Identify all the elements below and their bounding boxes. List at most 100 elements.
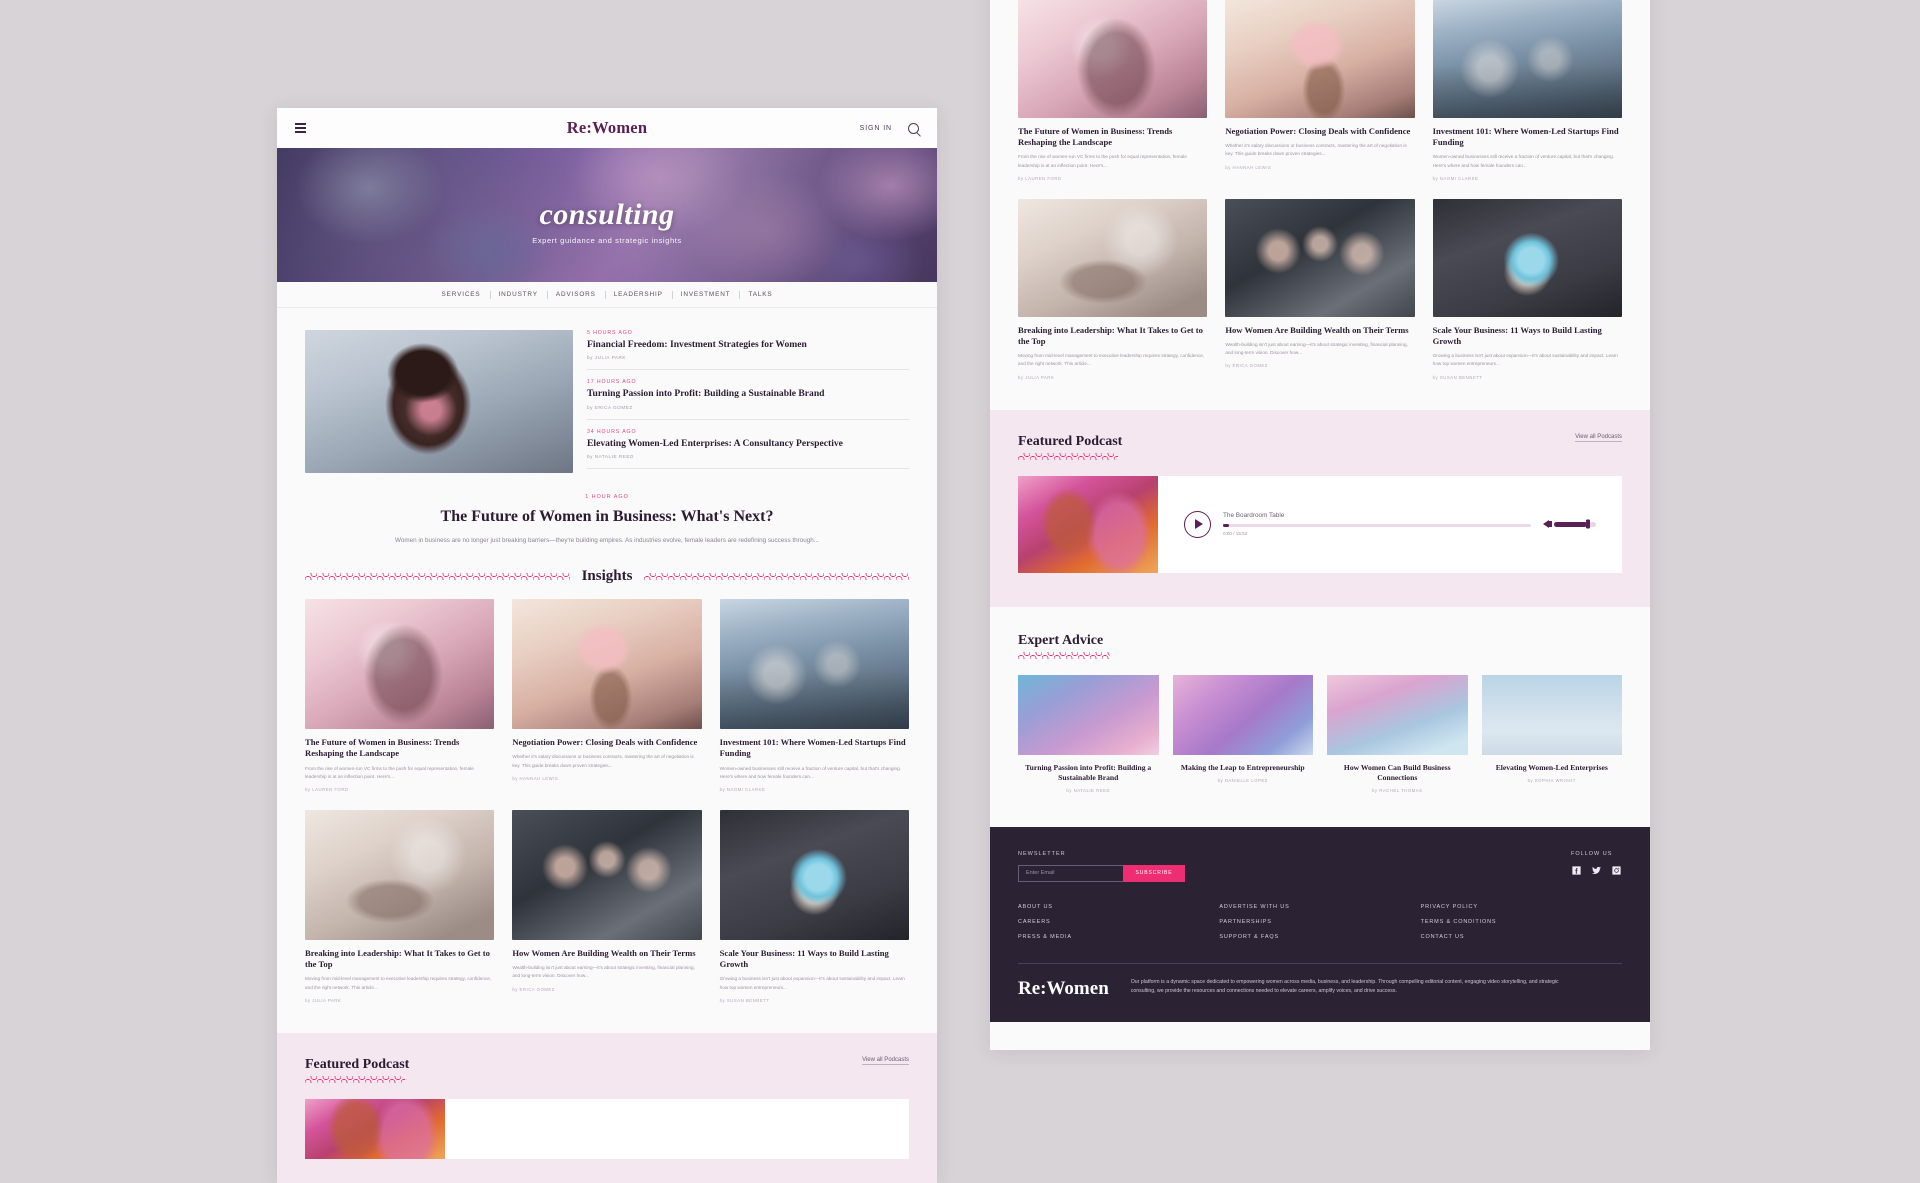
list-item[interactable]: Elevating Women-Led Enterprises by SOPHI…: [1481, 674, 1622, 793]
nav-item-services[interactable]: SERVICES: [433, 291, 490, 298]
podcast-heading-row: Featured Podcast View all Podcasts: [1018, 434, 1622, 460]
squiggle-divider: [1018, 452, 1118, 460]
article-thumbnail: [305, 810, 495, 941]
volume-icon[interactable]: [1543, 520, 1552, 529]
hero-title: consulting: [539, 198, 675, 231]
subscribe-button[interactable]: SUBSCRIBE: [1123, 864, 1185, 882]
article-excerpt: Women-owned businesses still receive a f…: [1432, 154, 1615, 168]
byline: by JULIA PARK: [305, 997, 342, 1003]
list-item[interactable]: Scale Your Business: 11 Ways to Build La…: [1432, 198, 1622, 380]
list-item[interactable]: 34 HOURS AGO Elevating Women-Led Enterpr…: [587, 429, 909, 469]
timestamp: 1 HOUR AGO: [585, 493, 629, 500]
main-headline-block[interactable]: 1 HOUR AGO The Future of Women in Busine…: [277, 478, 937, 546]
byline: by NAOMI CLARKE: [1432, 175, 1479, 181]
hero-text: consulting Expert guidance and strategic…: [277, 198, 937, 246]
facebook-icon[interactable]: [1571, 865, 1582, 876]
byline: by HANNAH LEWIS: [1225, 164, 1272, 170]
footer-link-privacy[interactable]: PRIVACY POLICY: [1421, 904, 1622, 910]
nav-item-leadership[interactable]: LEADERSHIP: [605, 291, 672, 298]
byline: by RACHEL THOMAS: [1371, 787, 1423, 793]
site-header: Re:Women SIGN IN: [277, 108, 937, 148]
play-icon[interactable]: [1184, 510, 1211, 538]
section-title-expert-advice: Expert Advice: [1018, 632, 1104, 648]
article-thumbnail: [305, 599, 495, 730]
squiggle-divider-left: [305, 573, 570, 581]
expert-heading-row: Expert Advice: [1018, 631, 1622, 659]
article-excerpt: Women-owned businesses still receive a f…: [719, 765, 902, 779]
footer-column-company: ABOUT US CAREERS PRESS & MEDIA: [1018, 904, 1219, 949]
footer-link-careers[interactable]: CAREERS: [1018, 919, 1219, 925]
podcast-meta: The Boardroom Table 0:00 / 15:52: [1223, 512, 1531, 536]
article-title: Making the Leap to Entrepreneurship: [1180, 762, 1305, 772]
list-item[interactable]: Breaking into Leadership: What It Takes …: [305, 810, 495, 1003]
footer-link-contact[interactable]: CONTACT US: [1421, 934, 1622, 940]
nav-item-talks[interactable]: TALKS: [739, 291, 781, 298]
footer-column-legal: PRIVACY POLICY TERMS & CONDITIONS CONTAC…: [1421, 904, 1622, 949]
follow-block: FOLLOW US: [1571, 851, 1622, 882]
sign-in-link[interactable]: SIGN IN: [860, 125, 892, 132]
footer-link-advertise[interactable]: ADVERTISE WITH US: [1219, 904, 1420, 910]
twitter-icon[interactable]: [1591, 865, 1602, 876]
byline: by SUSAN BENNETT: [1432, 374, 1483, 380]
article-title: The Future of Women in Business: Trends …: [305, 737, 460, 759]
podcast-progress-slider[interactable]: [1223, 524, 1531, 528]
screenshot-stage: Re:Women SIGN IN consulting Expert guida…: [0, 0, 1920, 1183]
article-title: Elevating Women-Led Enterprises: A Consu…: [587, 437, 843, 449]
nav-item-industry[interactable]: INDUSTRY: [490, 291, 547, 298]
volume-slider[interactable]: [1554, 519, 1596, 529]
list-item[interactable]: Investment 101: Where Women-Led Startups…: [719, 599, 909, 792]
article-excerpt: Moving from mid-level management to exec…: [305, 976, 492, 990]
podcast-heading-row: Featured Podcast View all Podcasts: [305, 1057, 909, 1083]
instagram-icon[interactable]: [1611, 865, 1622, 876]
article-excerpt: From the rise of women-run VC firms to t…: [305, 765, 474, 779]
site-footer: NEWSLETTER SUBSCRIBE FOLLOW US: [990, 826, 1650, 1022]
list-item[interactable]: Investment 101: Where Women-Led Startups…: [1432, 0, 1622, 181]
article-excerpt: Wealth-building isn't just about earning…: [1225, 341, 1408, 356]
footer-link-terms[interactable]: TERMS & CONDITIONS: [1421, 919, 1622, 925]
hero-subtitle: Expert guidance and strategic insights: [532, 236, 682, 245]
featured-story-list: 5 HOURS AGO Financial Freedom: Investmen…: [587, 330, 909, 478]
podcast-cover-image: [305, 1098, 445, 1159]
insights-grid-row1-repeat: The Future of Women in Business: Trends …: [990, 0, 1650, 181]
list-item[interactable]: 5 HOURS AGO Financial Freedom: Investmen…: [587, 330, 909, 371]
featured-hero-image[interactable]: [305, 330, 573, 473]
list-item[interactable]: Scale Your Business: 11 Ways to Build La…: [719, 810, 909, 1003]
list-item[interactable]: Negotiation Power: Closing Deals with Co…: [512, 599, 702, 792]
footer-link-partnerships[interactable]: PARTNERSHIPS: [1219, 919, 1420, 925]
list-item[interactable]: The Future of Women in Business: Trends …: [305, 599, 495, 792]
article-title: The Future of Women in Business: Trends …: [1018, 126, 1173, 148]
list-item[interactable]: The Future of Women in Business: Trends …: [1018, 0, 1208, 181]
list-item[interactable]: How Women Can Build Business Connections…: [1327, 674, 1468, 793]
list-item[interactable]: Turning Passion into Profit: Building a …: [1018, 674, 1159, 793]
podcast-time: 0:00 / 15:52: [1223, 531, 1248, 537]
article-excerpt: Wealth-building isn't just about earning…: [512, 965, 695, 979]
view-all-podcasts-link[interactable]: View all Podcasts: [1575, 434, 1622, 442]
view-all-podcasts-link[interactable]: View all Podcasts: [862, 1057, 909, 1065]
email-field[interactable]: [1018, 864, 1123, 882]
volume-control: [1543, 519, 1596, 529]
podcast-controls: [445, 1099, 909, 1159]
byline: by LAUREN FORD: [1018, 175, 1062, 181]
section-title-podcast: Featured Podcast: [1018, 433, 1123, 449]
byline: by JULIA PARK: [1018, 374, 1055, 380]
list-item[interactable]: How Women Are Building Wealth on Their T…: [512, 810, 702, 1003]
footer-logo[interactable]: Re:Women: [1018, 978, 1109, 1000]
follow-label: FOLLOW US: [1571, 850, 1613, 857]
page-title: The Future of Women in Business: What's …: [440, 507, 774, 525]
search-icon[interactable]: [908, 122, 919, 134]
footer-link-support[interactable]: SUPPORT & FAQS: [1219, 934, 1420, 940]
list-item[interactable]: 17 HOURS AGO Turning Passion into Profit…: [587, 379, 909, 420]
byline: by NATALIE REED: [1066, 787, 1111, 793]
headline-excerpt: Women in business are no longer just bre…: [395, 537, 819, 545]
article-title: How Women Are Building Wealth on Their T…: [512, 948, 696, 959]
list-item[interactable]: Breaking into Leadership: What It Takes …: [1018, 198, 1208, 380]
category-nav: SERVICES INDUSTRY ADVISORS LEADERSHIP IN…: [277, 282, 937, 308]
nav-item-advisors[interactable]: ADVISORS: [547, 291, 605, 298]
nav-item-investment[interactable]: INVESTMENT: [672, 291, 740, 298]
footer-link-press-media[interactable]: PRESS & MEDIA: [1018, 934, 1219, 940]
list-item[interactable]: Negotiation Power: Closing Deals with Co…: [1225, 0, 1415, 181]
list-item[interactable]: Making the Leap to Entrepreneurship by D…: [1172, 674, 1313, 793]
footer-link-about-us[interactable]: ABOUT US: [1018, 904, 1219, 910]
site-logo[interactable]: Re:Women: [277, 118, 937, 138]
list-item[interactable]: How Women Are Building Wealth on Their T…: [1225, 198, 1415, 380]
